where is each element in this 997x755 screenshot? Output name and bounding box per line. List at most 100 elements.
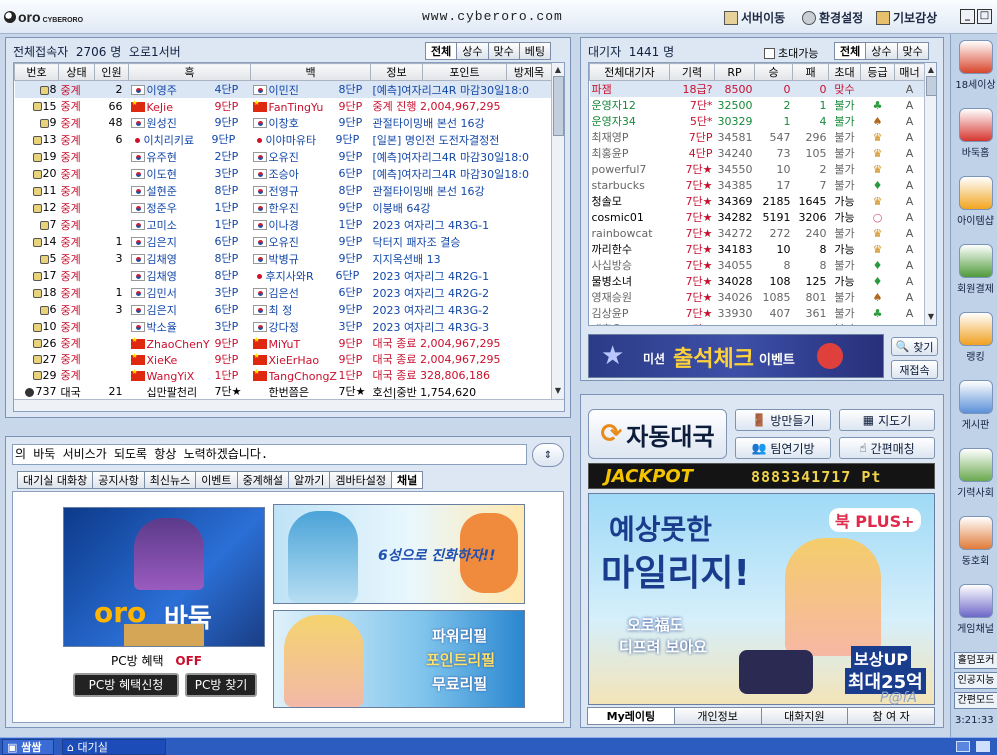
chat-tab[interactable]: 알까기 (288, 471, 331, 489)
wscroll-up-icon[interactable]: ▲ (925, 64, 936, 76)
table-row[interactable]: 737 대국 21 십만팔천리 7단★ 한번쯤은 7단★ 호선|중반 1,754,620 (15, 383, 552, 400)
settings-button[interactable]: 환경설정 (802, 9, 863, 26)
invite-checkbox-row[interactable]: 초대가능 (764, 45, 818, 61)
wtab-all[interactable]: 전체 (834, 42, 867, 60)
match-tab[interactable]: 대화지원 (760, 707, 849, 725)
column-header[interactable]: 흑 (128, 63, 251, 81)
column-header[interactable]: 상태 (58, 63, 95, 81)
list-item[interactable]: 물병소녀 7단★ 34028 108 125 가능 ♦ A (590, 273, 925, 289)
table-row[interactable]: 29중계WangYiX1단PTangChongZ1단P대국 종료 328,806… (15, 367, 552, 383)
table-row[interactable]: 13 중계 6 이치리키료 9단P 이야마유타 9단P [일본] 명인전 도전자결정전 (15, 131, 552, 148)
table-row[interactable]: 9 중계 48 원성진 9단P 이창호 9단P 관절타이밍배 본선 16강 (15, 114, 552, 131)
rail-item[interactable]: 동호회 (953, 514, 997, 574)
column-header[interactable]: 매너 (894, 63, 925, 81)
table-row[interactable]: 8 중계 2 이영주 4단P 이민진 8단P [예측]여자리그4R 마감30일18:0 (14, 80, 552, 98)
simple-match-button[interactable]: ☝ 간편매칭 (839, 437, 935, 459)
rail-item[interactable]: 랭킹 (953, 310, 997, 370)
rail-item[interactable]: 바둑홈 (953, 106, 997, 166)
list-item[interactable]: 운영자12 7단* 32500 2 1 불가 ♣ A (590, 97, 925, 113)
rail-button[interactable]: 인공지능 (954, 672, 997, 689)
chat-tab[interactable]: 대기실 대화창 (17, 471, 94, 489)
match-tab[interactable]: My레이팅 (587, 707, 675, 725)
scroll-up-icon[interactable]: ▲ (552, 64, 564, 76)
match-tab[interactable]: 개인정보 (673, 707, 762, 725)
chat-tab[interactable]: 중계해설 (236, 471, 290, 489)
chat-tab[interactable]: 공지사항 (92, 471, 145, 489)
table-row[interactable]: 12 중계 정준우 1단P 한우진 9단P 이붕배 64강 (15, 199, 552, 216)
make-room-button[interactable]: 🚪 방만들기 (735, 409, 831, 431)
column-header[interactable]: 포인트 (422, 63, 507, 81)
chat-tab[interactable]: 채널 (391, 471, 424, 489)
table-row[interactable]: 19 중계 유주현 2단P 오유진 9단P [예측]여자리그4R 마감30일18:0 (15, 148, 552, 165)
tab-equal[interactable]: 맞수 (487, 42, 520, 60)
refill-ad[interactable]: 파워리필 포인트리필 무료리필 (273, 610, 525, 708)
rail-button[interactable]: 홀덤포커 (954, 652, 997, 669)
team-room-button[interactable]: 👥 팀연기방 (735, 437, 831, 459)
taskbar-window-lobby[interactable]: ⌂ 대기실 (62, 739, 166, 755)
waiting-scrollbar[interactable]: ▲ ▼ (924, 63, 936, 325)
wtab-equal[interactable]: 맞수 (896, 42, 929, 60)
list-item[interactable]: 운영자34 5단* 30329 1 4 불가 ♠ A (590, 113, 925, 129)
mileage-banner[interactable]: 예상못한 마일리지! 북 PLUS+ 오로福도 디프려 보아요 보상UP 최대2… (588, 493, 935, 705)
rail-item[interactable]: 회원결제 (953, 242, 997, 302)
column-header[interactable]: 전체대기자 (589, 63, 670, 81)
list-item[interactable]: powerful7 7단★ 34550 10 2 불가 ♛ A (590, 161, 925, 177)
tab-all[interactable]: 전체 (425, 42, 458, 60)
list-item[interactable]: 사십방승 7단★ 34055 8 8 불가 ♦ A (590, 257, 925, 273)
table-row[interactable]: 15중계 66 KeJie 9단P FanTingYu 9단P 중계 진행 2,004,96… (15, 98, 552, 114)
rail-item[interactable]: 기력사회 (953, 446, 997, 506)
table-row[interactable]: 11 중계 설현준 8단P 전영규 8단P 관절타이밍배 본선 16강 (15, 182, 552, 199)
chat-tab[interactable]: 겜바타설정 (329, 471, 393, 489)
table-row[interactable]: 7 중계 고미소 1단P 이나경 1단P 2023 여자리그 4R3G-1 (15, 216, 552, 233)
column-header[interactable]: 방제목 (506, 63, 552, 81)
column-header[interactable]: 백 (250, 63, 371, 81)
list-item[interactable]: 까리한수 7단★ 34183 10 8 가능 ♛ A (590, 241, 925, 257)
list-item[interactable]: 김상윤P 7단★ 33930 407 361 불가 ♣ A (590, 305, 925, 321)
wscroll-down-icon[interactable]: ▼ (925, 311, 936, 323)
evolve-ad[interactable]: 6성으로 진화하자!! (273, 504, 525, 604)
server-move-button[interactable]: 서버이동 (724, 9, 785, 26)
table-row[interactable]: 17 중계 김채영 8단P 후지사와R 6단P 2023 여자리그 4R2G-1 (15, 267, 552, 284)
tray-volume-icon[interactable] (976, 741, 990, 752)
wscroll-thumb[interactable] (926, 76, 936, 96)
auto-match-button[interactable]: ⟳ 자동대국 (588, 409, 727, 459)
list-item[interactable]: cosmic01 7단★ 34282 5191 3206 가능 ○ A (590, 209, 925, 225)
list-item[interactable]: starbucks 7단★ 34385 17 7 불가 ♦ A (590, 177, 925, 193)
list-item[interactable]: rainbowcat 7단★ 34272 272 240 불가 ♛ A (590, 225, 925, 241)
table-row[interactable]: 26중계 ZhaoChenY 9단P MiYuT 9단P 대국 종료 2,004,967,… (15, 335, 552, 351)
table-row[interactable]: 27중계 XieKe 9단P XieErHao 9단P 대국 종료 2,004,967,2… (15, 351, 552, 367)
tab-betting[interactable]: 베팅 (518, 42, 551, 60)
column-header[interactable]: 등급 (860, 63, 895, 81)
list-item[interactable]: 청솔모 7단★ 34369 2185 1645 가능 ♛ A (590, 193, 925, 209)
column-header[interactable]: 기력 (669, 63, 715, 81)
pc-apply-button[interactable]: PC방 혜택신청 (73, 673, 179, 697)
chat-tab[interactable]: 최신뉴스 (143, 471, 197, 489)
tab-masters[interactable]: 상수 (456, 42, 489, 60)
start-button[interactable]: ▣ 쌈쌈 (2, 739, 54, 755)
column-header[interactable]: 승 (754, 63, 793, 81)
players-scrollbar[interactable]: ▲ ▼ (551, 63, 564, 399)
players-hscrollbar[interactable] (14, 399, 564, 411)
tray-monitor-icon[interactable] (956, 741, 970, 752)
list-item[interactable]: 파잼 18급? 8500 0 0 맞수 A (589, 80, 925, 97)
list-item[interactable]: 대훈유7단★337025195993불가 A (590, 321, 925, 326)
attendance-banner[interactable]: 미션 출석체크 이벤트 ★ (588, 334, 884, 378)
table-row[interactable]: 6 중계 3 김은지 6단P 최 정 9단P 2023 여자리그 4R3G-2 (15, 301, 552, 318)
rail-item[interactable]: 게임채널 (953, 582, 997, 642)
list-item[interactable]: 최홍윤P 4단P 34240 73 105 불가 ♛ A (590, 145, 925, 161)
search-button[interactable]: 🔍 찾기 (891, 337, 938, 356)
scroll-thumb[interactable] (553, 76, 564, 136)
rail-item[interactable]: 아이템샵 (953, 174, 997, 234)
table-row[interactable]: 10 중계 박소율 3단P 강다정 3단P 2023 여자리그 4R3G-3 (15, 318, 552, 335)
pc-find-button[interactable]: PC방 찾기 (185, 673, 257, 697)
table-row[interactable]: 18 중계 1 김민서 3단P 김은선 6단P 2023 여자리그 4R2G-2 (15, 284, 552, 301)
minimize-button[interactable]: _ (960, 9, 975, 24)
table-row[interactable]: 20 중계 이도현 3단P 조승아 6단P [예측]여자리그4R 마감30일18:0 (15, 165, 552, 182)
column-header[interactable]: RP (714, 63, 755, 81)
column-header[interactable]: 패 (792, 63, 829, 81)
column-header[interactable]: 번호 (14, 63, 59, 81)
chat-tab[interactable]: 이벤트 (195, 471, 238, 489)
match-tab[interactable]: 참 여 자 (847, 707, 935, 725)
guide-button[interactable]: ▦ 지도기 (839, 409, 935, 431)
oro-baduk-ad[interactable]: oro 바둑 (63, 507, 265, 647)
